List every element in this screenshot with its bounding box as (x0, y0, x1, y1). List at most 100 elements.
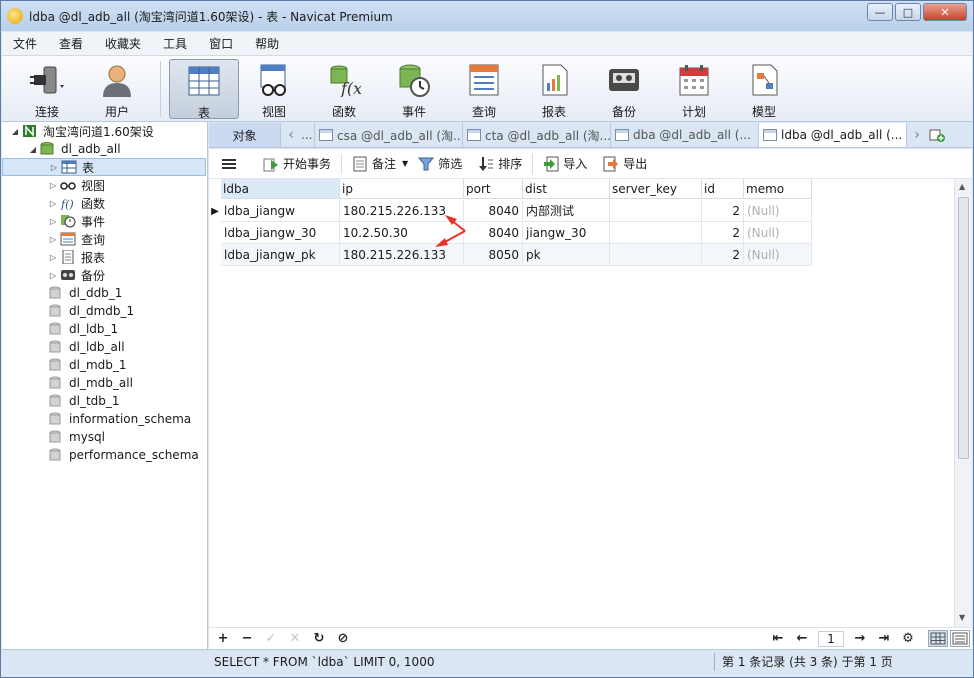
new-tab-icon[interactable] (927, 123, 947, 147)
first-page-icon[interactable]: ⇤ (766, 631, 790, 646)
database-icon (49, 322, 61, 335)
scrollbar-thumb[interactable] (958, 197, 969, 459)
close-button[interactable]: ✕ (923, 3, 967, 21)
report-button[interactable]: 报表 (519, 59, 589, 119)
tab-label: dba @dl_adb_all (... (633, 128, 751, 142)
table-button[interactable]: 表 (169, 59, 239, 120)
menu-favorites[interactable]: 收藏夹 (94, 35, 152, 52)
menu-window[interactable]: 窗口 (198, 35, 244, 52)
tree-connection[interactable]: ◢ 淘宝湾问道1.60架设 (10, 122, 154, 140)
query-button[interactable]: 查询 (449, 59, 519, 119)
database-name: information_schema (69, 412, 192, 426)
model-button[interactable]: 模型 (729, 59, 799, 119)
scroll-up-icon[interactable]: ▲ (959, 182, 965, 191)
begin-transaction-button[interactable]: 开始事务 (255, 151, 339, 177)
tree-database-item[interactable]: dl_mdb_all (46, 374, 133, 392)
tab-truncated[interactable]: ... (301, 123, 315, 147)
tree-node-tables[interactable]: ▷ 表 (2, 158, 206, 176)
apply-changes-icon[interactable]: ✓ (259, 631, 283, 646)
scroll-down-icon[interactable]: ▼ (959, 613, 965, 622)
tab-csa[interactable]: csa @dl_adb_all (淘... (315, 123, 463, 147)
tab-label: csa @dl_adb_all (淘... (337, 128, 463, 143)
event-clock-icon (397, 63, 431, 97)
expand-arrow-icon[interactable]: ▷ (48, 181, 58, 190)
title-bar: ldba @dl_adb_all (淘宝湾问道1.60架设) - 表 - Nav… (1, 1, 973, 31)
tree-database[interactable]: ◢ dl_adb_all (28, 140, 121, 158)
tab-scroll-left-icon[interactable]: ‹ (281, 123, 301, 147)
collapse-arrow-icon[interactable]: ◢ (28, 145, 38, 154)
expand-arrow-icon[interactable]: ▷ (48, 217, 58, 226)
toolbar-separator (160, 61, 161, 117)
tree-node-functions[interactable]: ▷ f() 函数 (48, 194, 105, 212)
tab-dba[interactable]: dba @dl_adb_all (... (611, 123, 759, 147)
tab-scroll-right-icon[interactable]: › (907, 123, 927, 147)
restore-button[interactable]: □ (895, 3, 921, 21)
database-icon (49, 376, 61, 389)
page-number-field[interactable]: 1 (818, 630, 844, 647)
menu-file[interactable]: 文件 (2, 35, 48, 52)
tab-cta[interactable]: cta @dl_adb_all (淘... (463, 123, 611, 147)
refresh-icon[interactable]: ↻ (307, 631, 331, 646)
status-divider (714, 653, 715, 671)
sort-label: 排序 (498, 157, 523, 171)
tree-node-events[interactable]: ▷ 事件 (48, 212, 105, 230)
backup-button[interactable]: 备份 (589, 59, 659, 119)
event-button[interactable]: 事件 (379, 59, 449, 119)
tree-node-backups[interactable]: ▷ 备份 (48, 266, 105, 284)
sort-button[interactable]: 排序 (470, 151, 530, 177)
tree-node-reports[interactable]: ▷ 报表 (48, 248, 105, 266)
expand-arrow-icon[interactable]: ▷ (48, 253, 58, 262)
hamburger-menu-icon[interactable] (209, 151, 255, 177)
expand-arrow-icon[interactable]: ▷ (48, 199, 58, 208)
tree-node-label: 函数 (81, 196, 106, 211)
filter-button[interactable]: 筛选 (416, 151, 470, 177)
previous-page-icon[interactable]: ← (790, 631, 814, 646)
tree-database-item[interactable]: dl_dmdb_1 (46, 302, 134, 320)
tree-database-item[interactable]: dl_tdb_1 (46, 392, 120, 410)
user-button[interactable]: 用户 (82, 59, 152, 119)
memo-button[interactable]: 备注 ▼ (344, 151, 416, 177)
import-button[interactable]: 导入 (535, 151, 595, 177)
query-icon (467, 63, 501, 97)
expand-arrow-icon[interactable]: ▷ (48, 271, 58, 280)
function-button[interactable]: f(x) 函数 (309, 59, 379, 119)
backup-icon (61, 270, 75, 280)
tree-database-item[interactable]: dl_ddb_1 (46, 284, 122, 302)
form-view-icon[interactable] (950, 630, 970, 647)
tree-node-queries[interactable]: ▷ 查询 (48, 230, 105, 248)
tree-database-item[interactable]: dl_mdb_1 (46, 356, 127, 374)
export-button[interactable]: 导出 (595, 151, 655, 177)
tree-database-item[interactable]: performance_schema (46, 446, 199, 464)
tab-objects[interactable]: 对象 (209, 123, 281, 147)
model-label: 模型 (751, 105, 776, 119)
discard-changes-icon[interactable]: ✕ (283, 631, 307, 646)
view-button[interactable]: 视图 (239, 59, 309, 119)
connection-button[interactable]: 连接 (12, 59, 82, 119)
menu-tools[interactable]: 工具 (152, 35, 198, 52)
delete-record-icon[interactable]: − (235, 631, 259, 646)
tree-node-views[interactable]: ▷ 视图 (48, 176, 105, 194)
grid-view-icon[interactable] (928, 630, 948, 647)
expand-arrow-icon[interactable]: ▷ (48, 235, 58, 244)
tree-database-item[interactable]: dl_ldb_1 (46, 320, 118, 338)
record-info: 第 1 条记录 (共 3 条) 于第 1 页 (722, 655, 893, 669)
add-record-icon[interactable]: + (211, 631, 235, 646)
menu-help[interactable]: 帮助 (244, 35, 290, 52)
last-page-icon[interactable]: ⇥ (872, 631, 896, 646)
schedule-button[interactable]: 计划 (659, 59, 729, 119)
vertical-scrollbar[interactable]: ▲ ▼ (954, 179, 972, 627)
expand-arrow-icon[interactable]: ▷ (49, 163, 59, 172)
minimize-button[interactable]: — (867, 3, 893, 21)
tree-database-item[interactable]: dl_ldb_all (46, 338, 125, 356)
stop-icon[interactable]: ⊘ (331, 631, 355, 646)
menu-view[interactable]: 查看 (48, 35, 94, 52)
database-name: dl_ldb_all (69, 340, 125, 354)
tab-ldba[interactable]: ldba @dl_adb_all (... (759, 123, 907, 147)
next-page-icon[interactable]: → (848, 631, 872, 646)
collapse-arrow-icon[interactable]: ◢ (10, 127, 20, 136)
tree-database-item[interactable]: mysql (46, 428, 105, 446)
settings-gear-icon[interactable]: ⚙ (896, 631, 920, 646)
tree-database-item[interactable]: information_schema (46, 410, 191, 428)
database-icon (49, 340, 61, 353)
dropdown-arrow-icon[interactable]: ▼ (402, 159, 408, 168)
